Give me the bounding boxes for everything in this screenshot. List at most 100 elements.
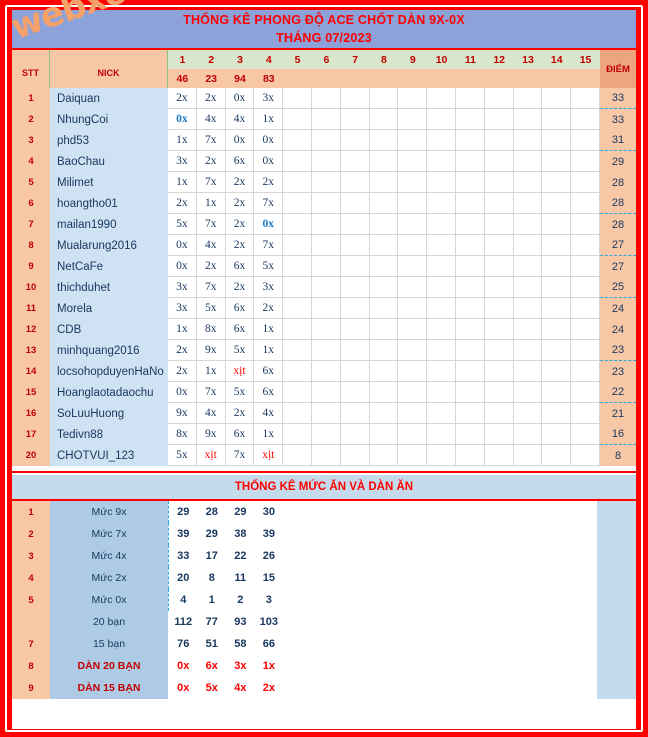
row-index: 15 <box>12 382 50 403</box>
day-result-cell: 5x <box>225 340 255 361</box>
day-result-cell <box>455 193 485 214</box>
level-value-cell: 3x <box>234 660 247 672</box>
level-value-cell <box>454 501 483 523</box>
level-value-cell <box>312 567 341 589</box>
level-value-cell <box>340 567 369 589</box>
day-number-cell: 14 <box>550 53 563 66</box>
day-result-cell <box>427 298 456 319</box>
level-value-cell <box>340 611 369 633</box>
table-row: 5 Milimet 1x 7x 2x 2x 28 <box>12 172 636 193</box>
day-result-cell <box>427 130 456 151</box>
level-value-cell <box>511 677 540 699</box>
row-score: 22 <box>600 382 636 403</box>
level-value-cell <box>511 567 540 589</box>
day-result-cell: 5x <box>225 382 255 403</box>
level-value-cell <box>568 611 597 633</box>
day-result-cell: 0x <box>168 109 197 130</box>
day-result-cell: 6x <box>254 382 284 403</box>
row-nick: locsohopduyenHaNo <box>50 361 168 382</box>
row-score: 25 <box>600 277 636 298</box>
day-result-cell: xịt <box>225 361 255 382</box>
day-result-cell <box>427 445 456 466</box>
day-result-cell <box>283 256 312 277</box>
level-row-cells: 0x 6x 3x 1x <box>168 655 597 677</box>
day-number-cell: 6 <box>323 53 330 66</box>
day-result-cell: 2x <box>168 340 197 361</box>
level-value-cell: 2 <box>237 594 244 606</box>
day-result-cell <box>571 130 600 151</box>
level-row-index: 2 <box>12 523 50 545</box>
day-number-cell: 9 <box>409 53 416 66</box>
day-result-cell <box>542 340 572 361</box>
day-result-cell <box>427 151 456 172</box>
row-day-cells: 5x xịt 7x xịt <box>168 445 600 466</box>
level-value-cell <box>454 611 483 633</box>
level-value-cell: 33 <box>177 550 190 562</box>
level-row-index: 8 <box>12 655 50 677</box>
day-number-cell: 5 <box>294 53 301 66</box>
level-row-cells: 20 8 11 15 <box>168 567 597 589</box>
row-score: 21 <box>600 403 636 424</box>
day-result-cell <box>427 88 456 109</box>
levels-table-body: 1 Mức 9x 29 28 29 30 2 Mức 7x 39 29 38 39 3 Mức 4x 33 1… <box>12 501 636 729</box>
day-result-cell <box>283 88 312 109</box>
day-result-cell: 7x <box>254 235 284 256</box>
level-value-cell <box>426 611 455 633</box>
day-result-cell: 7x <box>196 214 226 235</box>
level-value-cell <box>511 633 540 655</box>
row-nick: hoangtho01 <box>50 193 168 214</box>
row-day-cells: 2x 9x 5x 1x <box>168 340 600 361</box>
level-value-cell <box>511 655 540 677</box>
level-value-cell <box>397 589 426 611</box>
day-result-cell <box>542 298 572 319</box>
table-row: 15 Hoanglaotadaochu 0x 7x 5x 6x 22 <box>12 382 636 403</box>
row-day-cells: 2x 2x 0x 3x <box>168 88 600 109</box>
level-row-index <box>12 611 50 633</box>
row-day-cells: 0x 7x 5x 6x <box>168 382 600 403</box>
day-result-cell <box>427 340 456 361</box>
day-result-cell <box>398 235 428 256</box>
level-value-cell <box>568 655 597 677</box>
row-day-cells: 5x 7x 2x 0x <box>168 214 600 235</box>
day-result-cell: 7x <box>254 193 284 214</box>
level-value-cell: 4 <box>180 594 187 606</box>
day-result-cell: 2x <box>254 298 284 319</box>
day-result-cell: 3x <box>168 277 197 298</box>
title-line-2: THÁNG 07/2023 <box>276 31 372 45</box>
level-value-cell <box>283 589 312 611</box>
level-row-cells: 33 17 22 26 <box>168 545 597 567</box>
row-score: 8 <box>600 445 636 466</box>
day-number-cell: 10 <box>435 53 448 66</box>
day-number-cell: 13 <box>522 53 534 66</box>
day-result-cell <box>455 256 485 277</box>
day-result-cell: 5x <box>168 445 197 466</box>
day-result-cell <box>455 109 485 130</box>
level-value-cell <box>568 567 597 589</box>
day-result-cell <box>513 130 543 151</box>
day-value-cell: 83 <box>262 72 275 85</box>
day-result-cell <box>369 340 399 361</box>
row-index: 5 <box>12 172 50 193</box>
level-value-cell <box>483 611 512 633</box>
day-result-cell <box>283 361 312 382</box>
day-result-cell <box>311 130 341 151</box>
day-result-cell <box>283 235 312 256</box>
level-value-cell <box>511 523 540 545</box>
day-result-cell: 2x <box>196 151 226 172</box>
level-value-cell <box>454 633 483 655</box>
level-value-cell: 6x <box>205 660 218 672</box>
day-result-cell: 4x <box>225 109 255 130</box>
day-result-cell <box>398 88 428 109</box>
day-number-cell: 11 <box>464 53 476 66</box>
day-result-cell <box>311 256 341 277</box>
day-result-cell: 2x <box>225 214 255 235</box>
day-result-cell <box>340 256 370 277</box>
day-result-cell: 2x <box>225 277 255 298</box>
level-value-cell: 51 <box>205 638 218 650</box>
day-result-cell <box>542 172 572 193</box>
row-nick: minhquang2016 <box>50 340 168 361</box>
day-result-cell: 1x <box>196 361 226 382</box>
day-number-cell: 1 <box>179 53 186 66</box>
row-index: 9 <box>12 256 50 277</box>
row-day-cells: 0x 4x 4x 1x <box>168 109 600 130</box>
